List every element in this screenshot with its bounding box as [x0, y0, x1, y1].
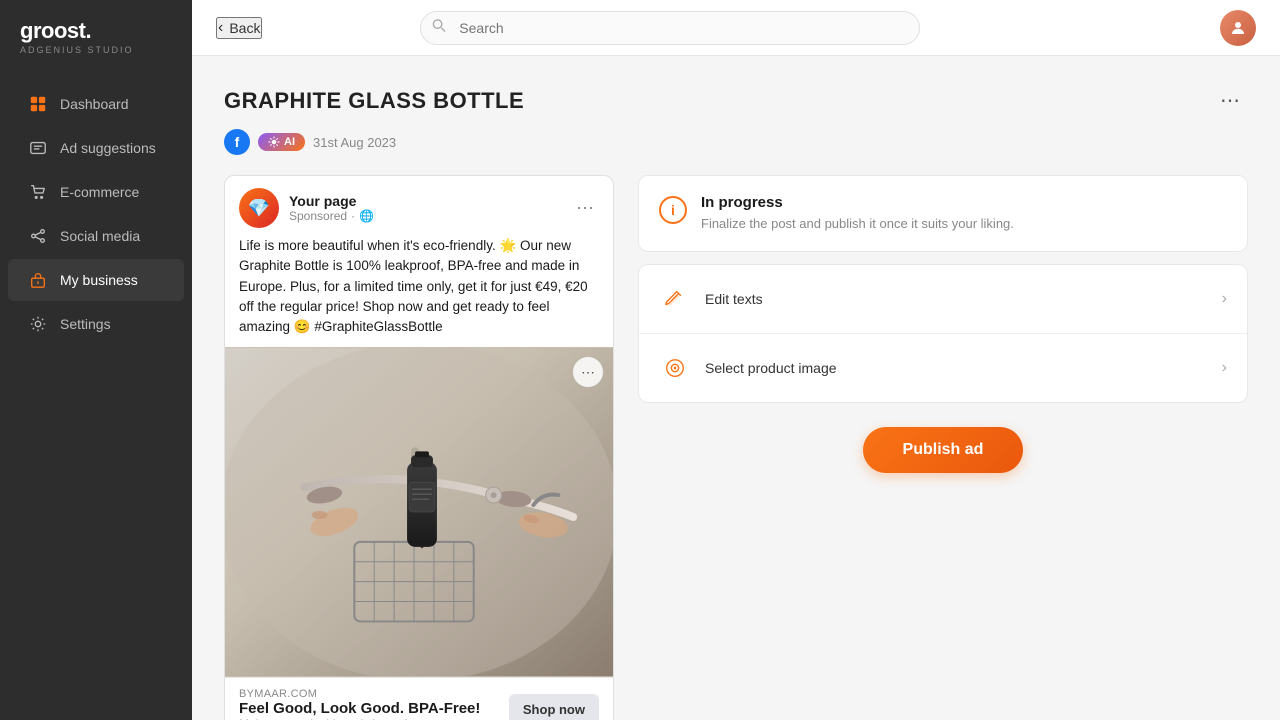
sidebar-item-label: Settings — [60, 316, 111, 332]
logo-word: groost. — [20, 18, 91, 43]
title-row: GRAPHITE GLASS BOTTLE ⋯ — [224, 84, 1248, 117]
more-options-button[interactable]: ⋯ — [1212, 84, 1248, 117]
ad-page-info: Your page Sponsored · 🌐 — [289, 193, 374, 223]
social-media-icon — [28, 226, 48, 246]
ad-domain: BYMAAR.COM — [239, 688, 480, 700]
back-button[interactable]: ‹ Back — [216, 17, 262, 39]
select-image-action[interactable]: Select product image › — [639, 334, 1247, 402]
search-icon — [432, 18, 446, 37]
status-info: In progress Finalize the post and publis… — [701, 194, 1014, 233]
two-column-layout: 💎 Your page Sponsored · 🌐 ⋯ Life is more… — [224, 175, 1248, 720]
ad-cta-area: BYMAAR.COM Feel Good, Look Good. BPA-Fre… — [225, 677, 613, 720]
sidebar-item-dashboard[interactable]: Dashboard — [8, 83, 184, 125]
search-container — [420, 11, 920, 45]
tags-row: f AI 31st Aug 2023 — [224, 129, 1248, 155]
sidebar-item-label: Ad suggestions — [60, 140, 156, 156]
ad-page-name: Your page — [289, 193, 374, 209]
user-avatar[interactable] — [1220, 10, 1256, 46]
edit-icon — [659, 283, 691, 315]
back-arrow-icon: ‹ — [218, 19, 223, 37]
e-commerce-icon — [28, 182, 48, 202]
search-input[interactable] — [420, 11, 920, 45]
ad-sponsored-label: Sponsored · 🌐 — [289, 209, 374, 223]
ad-headline: Feel Good, Look Good. BPA-Free! — [239, 700, 480, 717]
globe-icon: 🌐 — [359, 209, 374, 223]
sidebar-item-label: Social media — [60, 228, 140, 244]
ad-cta-info: BYMAAR.COM Feel Good, Look Good. BPA-Fre… — [239, 688, 480, 720]
sidebar-item-settings[interactable]: Settings — [8, 303, 184, 345]
status-card: i In progress Finalize the post and publ… — [638, 175, 1248, 252]
sidebar-item-label: Dashboard — [60, 96, 129, 112]
sidebar-item-social-media[interactable]: Social media — [8, 215, 184, 257]
ai-tag: AI — [258, 133, 305, 151]
edit-texts-label: Edit texts — [705, 291, 1208, 307]
ad-body-text: Life is more beautiful when it's eco-fri… — [225, 236, 613, 347]
main-content: ‹ Back GRAPHITE GLASS BOTTLE ⋯ f AI 31st — [192, 0, 1280, 720]
status-title: In progress — [701, 194, 1014, 211]
ad-preview-card: 💎 Your page Sponsored · 🌐 ⋯ Life is more… — [224, 175, 614, 720]
page-title: GRAPHITE GLASS BOTTLE — [224, 88, 524, 114]
sidebar-item-my-business[interactable]: My business — [8, 259, 184, 301]
right-panel: i In progress Finalize the post and publ… — [638, 175, 1248, 720]
sidebar-item-label: My business — [60, 272, 138, 288]
actions-card: Edit texts › Select product image — [638, 264, 1248, 403]
facebook-tag: f — [224, 129, 250, 155]
edit-texts-chevron: › — [1222, 290, 1227, 308]
logo-subtitle: ADGENIUS STUDIO — [20, 45, 172, 55]
sidebar-nav: Dashboard Ad suggestions E-commerce Soci… — [0, 71, 192, 720]
ai-label: AI — [284, 136, 295, 148]
dashboard-icon — [28, 94, 48, 114]
logo-area: groost. ADGENIUS STUDIO — [0, 0, 192, 71]
shop-now-button[interactable]: Shop now — [509, 694, 599, 720]
post-date: 31st Aug 2023 — [313, 135, 396, 150]
ad-more-button[interactable]: ⋯ — [571, 194, 599, 222]
image-icon — [659, 352, 691, 384]
sidebar-item-e-commerce[interactable]: E-commerce — [8, 171, 184, 213]
my-business-icon — [28, 270, 48, 290]
status-description: Finalize the post and publish it once it… — [701, 215, 1014, 233]
status-icon: i — [659, 196, 687, 224]
publish-button-wrapper: Publish ad — [638, 419, 1248, 473]
sidebar-item-ad-suggestions[interactable]: Ad suggestions — [8, 127, 184, 169]
select-image-label: Select product image — [705, 360, 1208, 376]
back-label: Back — [229, 20, 260, 36]
sidebar-item-label: E-commerce — [60, 184, 139, 200]
ad-header: 💎 Your page Sponsored · 🌐 ⋯ — [225, 176, 613, 236]
edit-texts-action[interactable]: Edit texts › — [639, 265, 1247, 334]
sidebar: groost. ADGENIUS STUDIO Dashboard Ad sug… — [0, 0, 192, 720]
ad-image: ⋯ — [225, 347, 613, 677]
bullet: · — [351, 209, 355, 223]
ad-page-avatar: 💎 — [239, 188, 279, 228]
ad-suggestions-icon — [28, 138, 48, 158]
publish-ad-button[interactable]: Publish ad — [863, 427, 1024, 473]
settings-icon — [28, 314, 48, 334]
logo-text: groost. — [20, 18, 172, 44]
select-image-chevron: › — [1222, 359, 1227, 377]
page-content-area: GRAPHITE GLASS BOTTLE ⋯ f AI 31st Aug 20… — [192, 56, 1280, 720]
page-header: ‹ Back — [192, 0, 1280, 56]
